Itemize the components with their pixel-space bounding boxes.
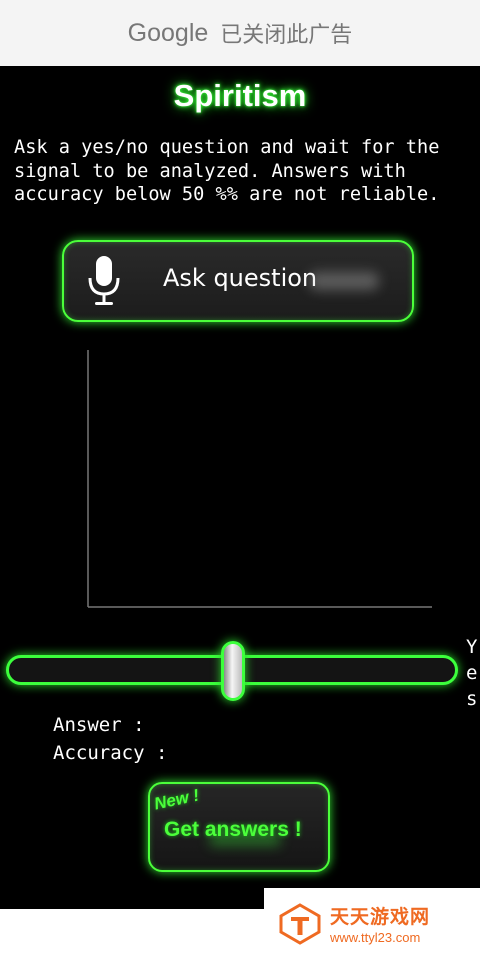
side-letter: s xyxy=(466,688,478,710)
ask-question-label: Ask question xyxy=(163,264,318,292)
ad-closed-message: 已关闭此广告 xyxy=(220,23,353,48)
watermark-url: www.ttyl23.com xyxy=(330,930,421,945)
instructions-line: signal to be analyzed. Answers with xyxy=(14,160,406,182)
instructions-text: Ask a yes/no question and wait for the s… xyxy=(14,136,476,207)
answer-label: Answer : xyxy=(53,714,145,736)
instructions-line: Ask a yes/no question and wait for the xyxy=(14,137,440,158)
side-letter: e xyxy=(466,662,478,684)
signal-chart xyxy=(87,350,432,608)
ad-google-brand: Google xyxy=(127,18,209,47)
ad-banner: Google 已关闭此广告 xyxy=(0,0,480,67)
get-answers-label: Get answers ! xyxy=(164,818,302,841)
app-screen: Spiritism Ask a yes/no question and wait… xyxy=(0,66,480,909)
ask-question-button[interactable]: Ask question xyxy=(62,240,414,322)
watermark-name: 天天游戏网 xyxy=(330,906,431,928)
site-logo-icon xyxy=(279,903,321,945)
side-letter: Y xyxy=(466,636,478,658)
watermark: 天天游戏网 www.ttyl23.com xyxy=(264,888,480,960)
accuracy-label: Accuracy : xyxy=(53,742,168,764)
signal-slider-thumb[interactable] xyxy=(221,641,245,701)
new-badge: New ! xyxy=(152,785,201,814)
instructions-line: accuracy below 50 %% are not reliable. xyxy=(14,184,440,205)
blur-overlay xyxy=(309,272,379,290)
page-title: Spiritism xyxy=(173,78,307,113)
microphone-icon xyxy=(88,256,120,305)
get-answers-button[interactable]: New ! Get answers ! xyxy=(148,782,330,872)
